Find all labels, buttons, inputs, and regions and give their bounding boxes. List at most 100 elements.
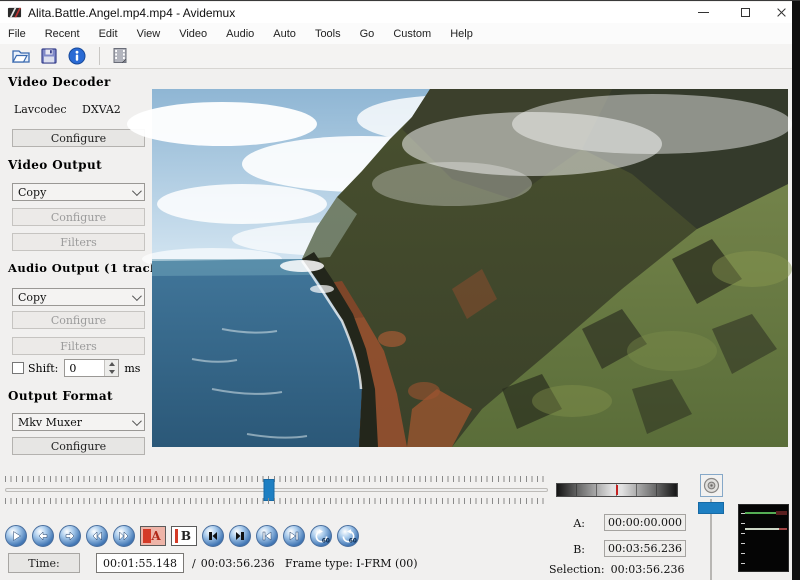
- menu-tools[interactable]: Tools: [315, 28, 341, 40]
- info-icon: [67, 46, 87, 66]
- menu-video[interactable]: Video: [179, 28, 207, 40]
- time-separator: /: [192, 557, 196, 570]
- spinner-arrows: [104, 360, 118, 376]
- jog-center-marker: [616, 485, 618, 495]
- back-one-minute-button[interactable]: 60: [310, 525, 332, 547]
- mute-button[interactable]: [700, 474, 723, 497]
- marker-a-label: A:: [555, 517, 585, 530]
- film-properties-icon: [110, 46, 130, 66]
- window-title: Alita.Battle.Angel.mp4.mp4 - Avidemux: [28, 6, 235, 20]
- output-format-select[interactable]: Mkv Muxer: [12, 413, 145, 431]
- video-output-select[interactable]: Copy: [12, 183, 145, 201]
- marker-b-time: 00:03:56.236: [604, 540, 686, 557]
- previous-black-frame-button[interactable]: [202, 525, 224, 547]
- maximize-button[interactable]: [730, 2, 760, 23]
- open-file-button[interactable]: [8, 45, 34, 67]
- minimize-button[interactable]: [688, 2, 718, 23]
- previous-frame-button[interactable]: [32, 525, 54, 547]
- black-frame-left-icon: [206, 529, 220, 543]
- video-preview: [152, 89, 788, 447]
- skip-to-start-icon: [260, 529, 274, 543]
- set-marker-b-button[interactable]: B: [171, 526, 197, 546]
- audio-vu-meter: [738, 504, 789, 572]
- marker-a-bar: [143, 529, 151, 543]
- marker-a-letter: A: [151, 529, 160, 543]
- menu-help[interactable]: Help: [450, 28, 473, 40]
- audio-output-configure-button: Configure: [12, 311, 145, 329]
- save-button[interactable]: [36, 45, 62, 67]
- marker-b-label: B:: [555, 543, 585, 556]
- play-button[interactable]: [5, 525, 27, 547]
- arrow-left-icon: [36, 529, 50, 543]
- black-frame-right-icon: [233, 529, 247, 543]
- toolbar: [0, 44, 792, 69]
- spin-down-icon[interactable]: [105, 368, 118, 376]
- menu-custom[interactable]: Custom: [393, 28, 431, 40]
- video-decoder-configure-button[interactable]: Configure: [12, 129, 145, 147]
- menu-view[interactable]: View: [137, 28, 161, 40]
- svg-text:60: 60: [348, 538, 356, 544]
- menu-recent[interactable]: Recent: [45, 28, 80, 40]
- menu-bar: File Recent Edit View Video Audio Auto T…: [0, 23, 792, 44]
- next-black-frame-button[interactable]: [229, 525, 251, 547]
- audio-output-select[interactable]: Copy: [12, 288, 145, 306]
- jog-shuttle-wheel[interactable]: [556, 483, 678, 497]
- last-frame-button[interactable]: [283, 525, 305, 547]
- chevron-down-icon: [132, 416, 142, 426]
- rewind-60-icon: 60: [314, 529, 329, 544]
- close-button[interactable]: [770, 2, 792, 23]
- marker-b-bar: [175, 529, 178, 543]
- double-chevron-left-icon: [90, 529, 104, 543]
- speaker-icon: [703, 477, 720, 494]
- avidemux-app-icon: [7, 5, 22, 20]
- timeline-slider[interactable]: [5, 475, 548, 505]
- close-icon: [776, 7, 787, 18]
- settings-panel: Video Decoder Lavcodec DXVA2 Configure V…: [0, 69, 152, 471]
- output-format-selected: Mkv Muxer: [18, 416, 82, 429]
- info-button[interactable]: [64, 45, 90, 67]
- volume-slider-handle[interactable]: [698, 502, 724, 514]
- decoder-engine-label: Lavcodec: [14, 103, 67, 116]
- toolbar-separator: [99, 47, 100, 65]
- frame-type-label: Frame type: I-FRM (00): [285, 557, 418, 570]
- previous-keyframe-button[interactable]: [86, 525, 108, 547]
- menu-file[interactable]: File: [8, 28, 26, 40]
- first-frame-button[interactable]: [256, 525, 278, 547]
- time-mode-button[interactable]: Time:: [8, 553, 80, 573]
- video-output-filters-button: Filters: [12, 233, 145, 251]
- shift-value: 0: [69, 362, 76, 375]
- spin-up-icon[interactable]: [105, 360, 118, 368]
- output-format-title: Output Format: [8, 389, 113, 403]
- forward-one-minute-button[interactable]: 60: [337, 525, 359, 547]
- menu-edit[interactable]: Edit: [99, 28, 118, 40]
- marker-a-time: 00:00:00.000: [604, 514, 686, 531]
- current-time-input[interactable]: 00:01:55.148: [96, 553, 184, 573]
- avidemux-window: Alita.Battle.Angel.mp4.mp4 - Avidemux Fi…: [0, 0, 800, 579]
- double-chevron-right-icon: [117, 529, 131, 543]
- selection-row: Selection: 00:03:56.236: [549, 563, 685, 576]
- open-file-icon: [11, 46, 31, 66]
- video-frame-coastal-scene: [152, 89, 788, 447]
- transport-controls: A B 60 60: [5, 525, 359, 547]
- shift-row: Shift: 0 ms: [12, 359, 152, 377]
- timeline-ticks-top: [5, 476, 548, 482]
- video-output-selected: Copy: [18, 186, 46, 199]
- menu-audio[interactable]: Audio: [226, 28, 254, 40]
- next-keyframe-button[interactable]: [113, 525, 135, 547]
- next-frame-button[interactable]: [59, 525, 81, 547]
- properties-button[interactable]: [107, 45, 133, 67]
- timeline-groove[interactable]: [5, 488, 548, 492]
- menu-go[interactable]: Go: [360, 28, 375, 40]
- play-icon: [9, 529, 23, 543]
- total-time: / 00:03:56.236: [192, 557, 275, 570]
- maximize-icon: [741, 8, 750, 17]
- shift-spinner[interactable]: 0: [64, 359, 119, 377]
- shift-unit: ms: [124, 362, 140, 375]
- audio-output-selected: Copy: [18, 291, 46, 304]
- shift-checkbox[interactable]: [12, 362, 24, 374]
- menu-auto[interactable]: Auto: [273, 28, 296, 40]
- audio-output-filters-button: Filters: [12, 337, 145, 355]
- total-time-value: 00:03:56.236: [201, 557, 275, 570]
- set-marker-a-button[interactable]: A: [140, 526, 166, 546]
- output-format-configure-button[interactable]: Configure: [12, 437, 145, 455]
